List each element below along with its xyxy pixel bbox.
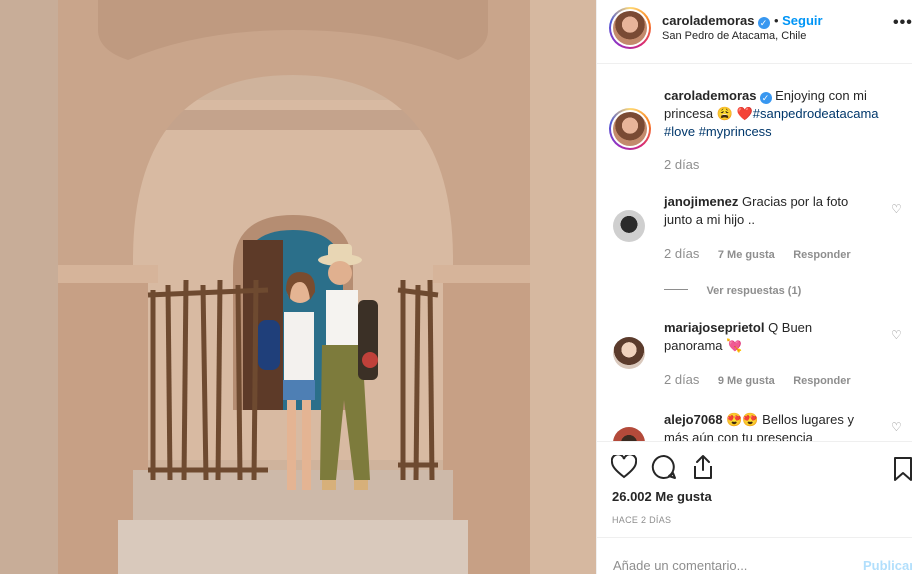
comment-3: alejo7068 😍😍 Bellos lugares y más aún co… xyxy=(664,411,874,441)
heart-arrow-emoji: 💘 xyxy=(726,338,743,353)
photo-backdrop-right xyxy=(530,0,596,574)
hashtag-sanpedrodeatacama[interactable]: #sanpedrodeatacama xyxy=(753,106,879,121)
add-comment-bar: Añade un comentario... Publicar xyxy=(597,537,912,574)
reply-button[interactable]: Responder xyxy=(793,375,850,387)
commenter-avatar[interactable] xyxy=(613,337,645,369)
post-location[interactable]: San Pedro de Atacama, Chile xyxy=(662,30,806,42)
smiling-heart-eyes-emoji: 😍 xyxy=(726,412,743,427)
post-photo xyxy=(58,0,530,574)
comment-username[interactable]: mariajoseprietol xyxy=(664,320,764,335)
view-replies[interactable]: Ver respuestas (1) xyxy=(664,281,801,299)
caption-time[interactable]: 2 días xyxy=(664,157,699,172)
tired-face-emoji: 😩 xyxy=(716,106,733,121)
caption: carolademoras ✓ Enjoying con mi princesa … xyxy=(664,87,904,141)
hashtag-myprincess[interactable]: #myprincess xyxy=(699,124,772,139)
heart-icon[interactable] xyxy=(611,455,637,479)
comment-bubble-icon[interactable] xyxy=(651,454,677,480)
comment-time[interactable]: 2 días xyxy=(664,246,699,261)
comment-like-heart-icon[interactable]: ♡ xyxy=(891,420,902,434)
post-actions: 26.002 Me gusta HACE 2 DÍAS xyxy=(597,441,912,537)
header-title-row: carolademoras ✓ • Seguir xyxy=(662,13,823,29)
hashtag-love[interactable]: #love xyxy=(664,124,695,139)
publish-button[interactable]: Publicar xyxy=(863,558,912,573)
comment-like-heart-icon[interactable]: ♡ xyxy=(891,328,902,342)
comment-username[interactable]: janojimenez xyxy=(664,194,738,209)
reply-button[interactable]: Responder xyxy=(793,249,850,261)
comment-input[interactable]: Añade un comentario... xyxy=(613,558,747,573)
photo-backdrop-left xyxy=(0,0,58,574)
share-icon[interactable] xyxy=(692,454,714,480)
comment-1-meta: 2 días 7 Me gusta Responder xyxy=(664,245,851,263)
comment-1: janojimenez Gracias por la foto junto a … xyxy=(664,193,874,229)
more-options-icon[interactable]: ••• xyxy=(893,14,912,32)
caption-username[interactable]: carolademoras xyxy=(664,88,757,103)
view-replies-label: Ver respuestas (1) xyxy=(706,285,802,297)
post-date[interactable]: HACE 2 DÍAS xyxy=(612,515,671,525)
comment-2-meta: 2 días 9 Me gusta Responder xyxy=(664,371,851,389)
comment-username[interactable]: alejo7068 xyxy=(664,412,723,427)
commenter-avatar[interactable] xyxy=(613,427,645,441)
red-heart-emoji: ❤️ xyxy=(736,106,753,121)
post-side-panel: carolademoras ✓ • Seguir San Pedro de Ata… xyxy=(596,0,912,574)
caption-author-avatar[interactable] xyxy=(609,108,651,150)
comments-list[interactable]: carolademoras ✓ Enjoying con mi princesa … xyxy=(597,65,912,441)
commenter-avatar[interactable] xyxy=(613,210,645,242)
post-header: carolademoras ✓ • Seguir San Pedro de Ata… xyxy=(597,0,912,64)
verified-badge-icon: ✓ xyxy=(757,17,770,29)
verified-badge-icon: ✓ xyxy=(759,92,772,104)
follow-button[interactable]: Seguir xyxy=(782,13,822,28)
bookmark-icon[interactable] xyxy=(893,456,912,482)
comment-like-heart-icon[interactable]: ♡ xyxy=(891,202,902,216)
comment-likes[interactable]: 9 Me gusta xyxy=(718,375,775,387)
comment-time[interactable]: 2 días xyxy=(664,372,699,387)
author-avatar[interactable] xyxy=(609,7,651,49)
author-username[interactable]: carolademoras xyxy=(662,13,755,28)
comment-2: mariajoseprietol Q Buen panorama 💘 xyxy=(664,319,874,355)
comment-likes[interactable]: 7 Me gusta xyxy=(718,249,775,261)
likes-count[interactable]: 26.002 Me gusta xyxy=(612,489,712,504)
smiling-heart-eyes-emoji: 😍 xyxy=(742,412,759,427)
